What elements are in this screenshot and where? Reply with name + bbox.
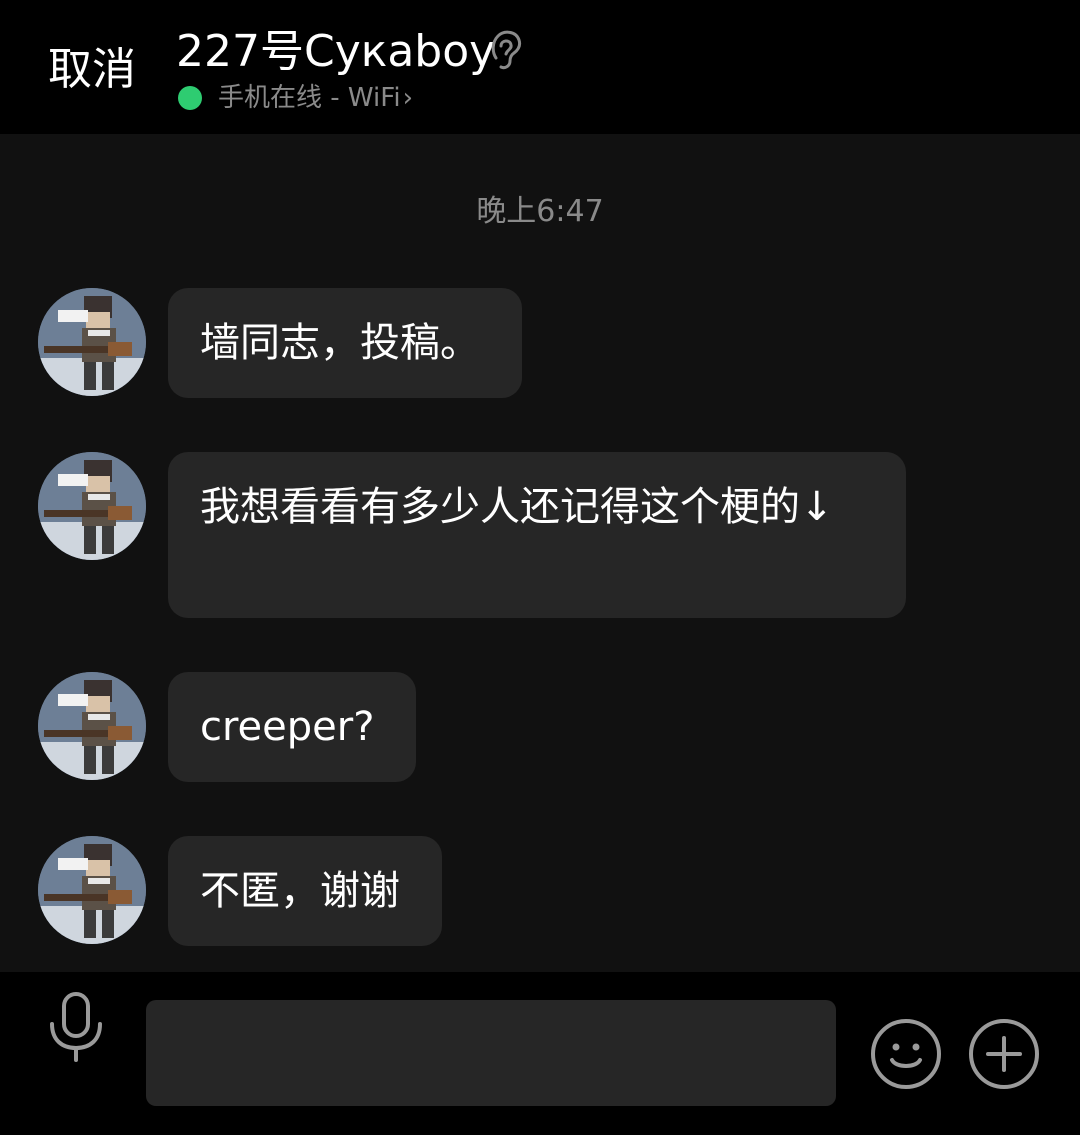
message-bubble[interactable]: 墙同志，投稿。 <box>168 288 522 398</box>
input-bar <box>0 972 1080 1135</box>
online-status-text: 手机在线 - WiFi <box>218 83 401 113</box>
avatar[interactable] <box>38 452 146 560</box>
message-bubble[interactable]: 我想看看有多少人还记得这个梗的↓ <box>168 452 906 618</box>
online-status-dot <box>178 86 202 110</box>
microphone-icon[interactable] <box>44 990 108 1064</box>
plus-icon[interactable] <box>968 1018 1040 1090</box>
avatar[interactable] <box>38 672 146 780</box>
smiley-icon[interactable] <box>870 1018 942 1090</box>
cancel-button[interactable]: 取消 <box>48 40 136 100</box>
message-input[interactable] <box>146 1000 836 1106</box>
chevron-right-icon: › <box>402 83 413 113</box>
avatar[interactable] <box>38 836 146 944</box>
ear-icon[interactable] <box>488 28 524 72</box>
message-list[interactable]: 晚上6:47 墙同志，投稿。 我想看看有多少人还记得这个梗的↓ creeper?… <box>0 134 1080 972</box>
message-bubble[interactable]: 不匿，谢谢 <box>168 836 442 946</box>
message-bubble[interactable]: creeper? <box>168 672 416 782</box>
avatar[interactable] <box>38 288 146 396</box>
chat-header: 取消 227号Cyкaboy 手机在线 - WiFi › <box>0 0 1080 134</box>
online-status[interactable]: 手机在线 - WiFi › <box>178 80 413 116</box>
contact-name[interactable]: 227号Cyкaboy <box>176 22 495 82</box>
message-timestamp: 晚上6:47 <box>476 194 604 229</box>
